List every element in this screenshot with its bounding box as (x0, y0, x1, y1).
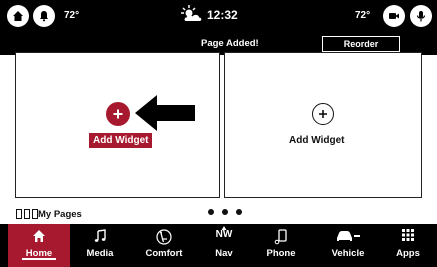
nav-phone-label: Phone (266, 248, 296, 259)
apps-grid-icon (402, 229, 414, 241)
my-pages-row: My Pages (0, 200, 437, 224)
plus-icon (113, 109, 123, 119)
nav-comfort-label: Comfort (145, 248, 183, 259)
home-icon (13, 11, 23, 21)
nav-nav[interactable]: NW Nav (200, 224, 248, 267)
bell-icon (40, 11, 48, 22)
video-camera-icon (389, 13, 399, 19)
nav-media[interactable]: Media (72, 224, 128, 267)
compass-heading: NW (215, 229, 233, 240)
home-icon (33, 230, 45, 242)
page-dot[interactable] (208, 209, 214, 215)
add-widget-button-left[interactable] (106, 102, 130, 126)
car-icon (337, 231, 360, 241)
outside-temp-right: 72° (355, 10, 371, 21)
nav-apps-label: Apps (396, 248, 420, 259)
nav-home[interactable]: Home (8, 224, 70, 267)
phone-icon (274, 229, 287, 245)
notifications-button[interactable] (33, 5, 55, 27)
partly-cloudy-icon (181, 5, 202, 21)
nav-vehicle-label: Vehicle (331, 248, 365, 259)
page-dot[interactable] (236, 209, 242, 215)
nav-comfort[interactable]: Comfort (128, 224, 200, 267)
add-widget-label-right[interactable]: Add Widget (289, 135, 344, 146)
camera-button[interactable] (383, 5, 405, 27)
pages-icon[interactable] (16, 209, 38, 219)
page-dot[interactable] (222, 209, 228, 215)
widget-slot-left[interactable]: Add Widget (15, 52, 220, 198)
reorder-button[interactable]: Reorder (322, 36, 400, 52)
nav-media-label: Media (86, 248, 114, 259)
page-indicator[interactable] (208, 209, 242, 215)
clock: 12:32 (207, 8, 238, 22)
plus-icon (319, 110, 327, 118)
widget-slot-right[interactable]: Add Widget (224, 52, 422, 198)
add-widget-button-right[interactable] (312, 103, 334, 125)
nav-phone[interactable]: Phone (252, 224, 310, 267)
outside-temp-left: 72° (64, 10, 80, 21)
nav-apps[interactable]: Apps (382, 224, 434, 267)
add-widget-label-left[interactable]: Add Widget (89, 133, 153, 148)
home-button[interactable] (7, 5, 29, 27)
pointer-arrow-icon (135, 95, 195, 131)
active-indicator (22, 258, 56, 260)
my-pages-label[interactable]: My Pages (38, 209, 82, 220)
page-added-message: Page Added! (201, 38, 259, 49)
microphone-icon (416, 11, 426, 22)
voice-button[interactable] (410, 5, 432, 27)
nav-vehicle[interactable]: Vehicle (316, 224, 380, 267)
seat-climate-icon (156, 229, 172, 245)
nav-nav-label: Nav (215, 248, 233, 259)
status-bar: 72° 12:32 72° (0, 0, 437, 34)
bottom-nav: Home Media Comfort NW Nav Phone Vehicle … (0, 224, 437, 267)
music-note-icon (94, 229, 106, 242)
